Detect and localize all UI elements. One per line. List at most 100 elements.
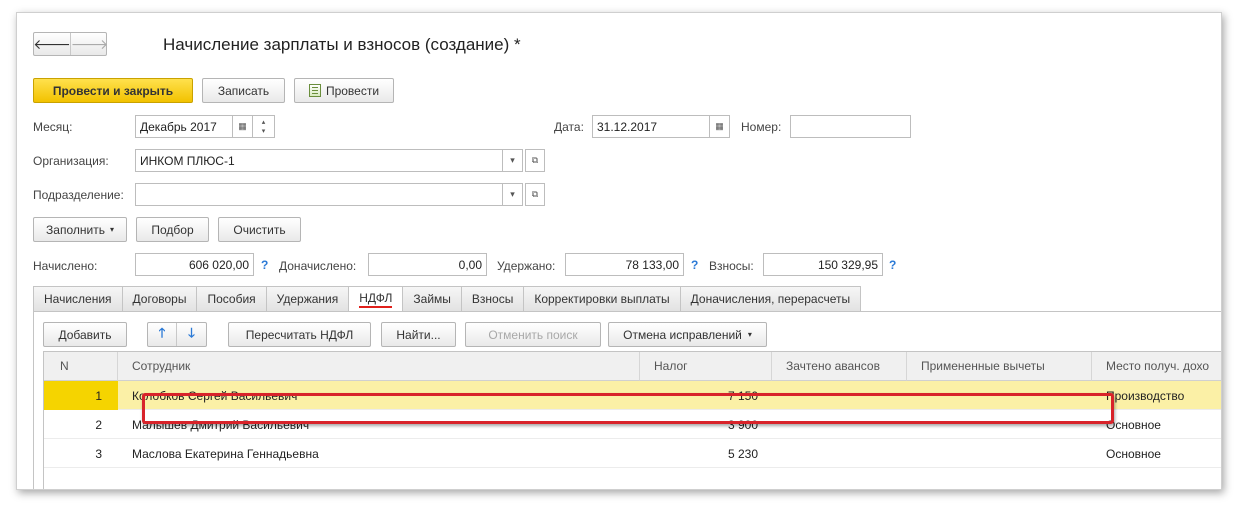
chevron-down-icon: ▾ <box>261 127 266 135</box>
col-header-place[interactable]: Место получ. дохо <box>1092 352 1221 381</box>
add-button[interactable]: Добавить <box>43 322 127 347</box>
number-field[interactable] <box>790 115 911 138</box>
cell-n: 2 <box>95 417 102 432</box>
month-calendar-button[interactable]: ▦ <box>233 115 253 138</box>
organization-open-button[interactable]: ⧉ <box>525 149 545 172</box>
move-up-button[interactable]: 🡑 <box>148 323 178 346</box>
chevron-down-icon: ▾ <box>510 189 515 199</box>
tab-contributions[interactable]: Взносы <box>460 286 524 312</box>
cell-employee: Маслова Екатерина Геннадьевна <box>132 446 319 461</box>
window-title: Начисление зарплаты и взносов (создание)… <box>163 35 521 54</box>
tab-label: Удержания <box>276 292 339 306</box>
cell-n: 3 <box>95 446 102 461</box>
tab-loans[interactable]: Займы <box>402 286 461 312</box>
move-buttons: 🡑 🡓 <box>147 322 207 347</box>
tab-label: Корректировки выплаты <box>534 292 670 306</box>
tab-contracts[interactable]: Договоры <box>121 286 197 312</box>
col-header-tax[interactable]: Налог <box>640 352 772 381</box>
post-and-close-button[interactable]: Провести и закрыть <box>33 78 193 103</box>
department-dropdown[interactable]: ▾ <box>503 183 523 206</box>
extra-accrued-label: Доначислено: <box>279 259 357 273</box>
fill-button-label: Заполнить <box>46 222 105 237</box>
tab-bar: Начисления Договоры Пособия Удержания НД… <box>33 286 862 312</box>
save-button[interactable]: Записать <box>202 78 285 103</box>
open-link-icon: ⧉ <box>531 155 539 165</box>
chevron-down-icon: ▾ <box>109 225 114 234</box>
move-down-button[interactable]: 🡓 <box>177 323 206 346</box>
undo-fixes-button[interactable]: Отмена исправлений ▾ <box>608 322 767 347</box>
arrow-left-icon: 🡐 <box>33 35 71 52</box>
cell-advances <box>772 439 907 468</box>
contributions-label: Взносы: <box>709 259 754 273</box>
open-link-icon: ⧉ <box>531 189 539 199</box>
department-label: Подразделение: <box>33 188 124 202</box>
col-header-employee[interactable]: Сотрудник <box>118 352 640 381</box>
date-calendar-button[interactable]: ▦ <box>710 115 730 138</box>
department-open-button[interactable]: ⧉ <box>525 183 545 206</box>
department-field[interactable] <box>135 183 503 206</box>
tab-label: Договоры <box>132 292 187 306</box>
clear-button[interactable]: Очистить <box>218 217 301 242</box>
tab-benefits[interactable]: Пособия <box>196 286 266 312</box>
post-doc-icon <box>308 84 321 97</box>
back-button[interactable]: 🡐 <box>33 33 71 55</box>
tab-label: Взносы <box>471 292 514 306</box>
cell-place: Основное <box>1106 446 1161 461</box>
organization-field[interactable]: ИНКОМ ПЛЮС-1 <box>135 149 503 172</box>
calendar-icon: ▦ <box>715 121 724 131</box>
col-header-n[interactable]: N <box>44 352 118 381</box>
find-button[interactable]: Найти... <box>381 322 456 347</box>
month-stepper[interactable]: ▴ ▾ <box>253 115 275 138</box>
contributions-help-icon[interactable]: ? <box>889 258 896 272</box>
cell-n: 1 <box>95 388 102 403</box>
chevron-down-icon: ▾ <box>747 330 752 339</box>
chevron-down-icon: ▾ <box>510 155 515 165</box>
accrued-help-icon[interactable]: ? <box>261 258 268 272</box>
accrued-label: Начислено: <box>33 259 98 273</box>
withheld-field: 78 133,00 <box>565 253 684 276</box>
tab-label: Начисления <box>44 292 112 306</box>
tab-label: НДФЛ <box>359 291 393 308</box>
cancel-search-button[interactable]: Отменить поиск <box>465 322 601 347</box>
ndfl-table: N Сотрудник Налог Зачтено авансов Примен… <box>43 351 1221 489</box>
withheld-help-icon[interactable]: ? <box>691 258 698 272</box>
arrow-right-icon: 🡒 <box>70 35 109 52</box>
tab-payment-corrections[interactable]: Корректировки выплаты <box>523 286 680 312</box>
col-header-advances[interactable]: Зачтено авансов <box>772 352 907 381</box>
table-row[interactable]: 3 Маслова Екатерина Геннадьевна 5 230 Ос… <box>44 439 1221 468</box>
tab-deductions[interactable]: Удержания <box>265 286 349 312</box>
post-button-label: Провести <box>325 83 380 98</box>
tab-accruals[interactable]: Начисления <box>33 286 122 312</box>
date-field[interactable]: 31.12.2017 <box>592 115 710 138</box>
cell-deductions <box>907 439 1092 468</box>
arrow-down-icon: 🡓 <box>188 324 195 340</box>
arrow-up-icon: 🡑 <box>158 324 166 340</box>
post-button[interactable]: Провести <box>294 78 394 103</box>
month-label: Месяц: <box>33 120 73 134</box>
number-label: Номер: <box>741 120 782 134</box>
forward-button[interactable]: 🡒 <box>70 33 109 55</box>
extra-accrued-field: 0,00 <box>368 253 487 276</box>
contributions-field: 150 329,95 <box>763 253 883 276</box>
tab-ndfl[interactable]: НДФЛ <box>348 286 403 312</box>
accrued-field: 606 020,00 <box>135 253 254 276</box>
highlight-frame <box>142 393 1114 424</box>
calendar-icon: ▦ <box>238 121 247 131</box>
undo-fixes-label: Отмена исправлений <box>623 327 742 342</box>
tab-label: Займы <box>413 292 451 306</box>
pick-button[interactable]: Подбор <box>136 217 209 242</box>
tab-recalculations[interactable]: Доначисления, перерасчеты <box>679 286 862 312</box>
month-field[interactable]: Декабрь 2017 <box>135 115 233 138</box>
fill-button[interactable]: Заполнить ▾ <box>33 217 127 242</box>
table-row[interactable] <box>44 468 1221 489</box>
document-window: 🡐 🡒 Начисление зарплаты и взносов (созда… <box>16 12 1222 490</box>
organization-label: Организация: <box>33 154 109 168</box>
tab-label: Доначисления, перерасчеты <box>690 292 851 306</box>
organization-dropdown[interactable]: ▾ <box>503 149 523 172</box>
recalc-ndfl-button[interactable]: Пересчитать НДФЛ <box>228 322 371 347</box>
withheld-label: Удержано: <box>497 259 556 273</box>
chevron-up-icon: ▴ <box>261 118 266 126</box>
col-header-deductions[interactable]: Примененные вычеты <box>907 352 1092 381</box>
nav-group: 🡐 🡒 <box>33 32 109 56</box>
cell-tax: 5 230 <box>727 446 758 461</box>
